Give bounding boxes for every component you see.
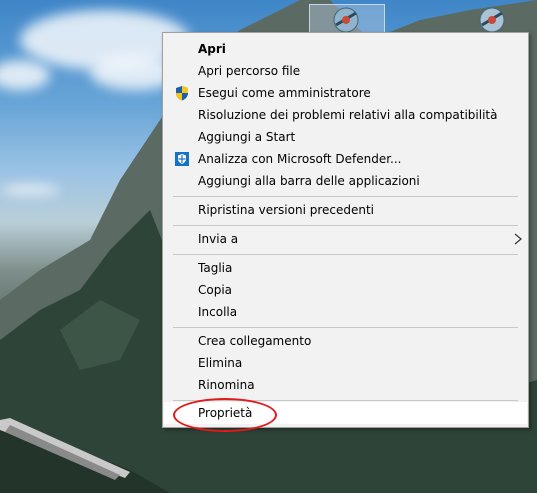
menu-item-label: Incolla [198, 305, 238, 319]
menu-item-crea-collegamento[interactable]: Crea collegamento [164, 330, 527, 352]
menu-item-aggiungi-a-start[interactable]: Aggiungi a Start [164, 126, 527, 148]
menu-item-rinomina[interactable]: Rinomina [164, 374, 527, 396]
menu-separator [173, 196, 518, 197]
menu-item-label: Apri percorso file [198, 64, 301, 78]
menu-separator [173, 225, 518, 226]
menu-item-taglia[interactable]: Taglia [164, 257, 527, 279]
menu-item-ripristina-versioni[interactable]: Ripristina versioni precedenti [164, 199, 527, 221]
menu-item-label: Apri [198, 42, 226, 56]
menu-item-aggiungi-barra-applicazioni[interactable]: Aggiungi alla barra delle applicazioni [164, 170, 527, 192]
menu-item-label: Ripristina versioni precedenti [198, 203, 375, 217]
menu-item-invia-a[interactable]: Invia a [164, 228, 527, 250]
menu-item-esegui-come-amministratore[interactable]: Esegui come amministratore [164, 82, 527, 104]
menu-item-label: Aggiungi a Start [198, 130, 296, 144]
defender-icon [175, 152, 189, 166]
menu-item-label: Aggiungi alla barra delle applicazioni [198, 174, 420, 188]
menu-item-copia[interactable]: Copia [164, 279, 527, 301]
menu-item-risoluzione-problemi-compatibilita[interactable]: Risoluzione dei problemi relativi alla c… [164, 104, 527, 126]
menu-item-label: Crea collegamento [198, 334, 312, 348]
menu-item-label: Esegui come amministratore [198, 86, 371, 100]
menu-item-label: Rinomina [198, 378, 255, 392]
menu-item-label: Copia [198, 283, 233, 297]
menu-item-label: Elimina [198, 356, 243, 370]
menu-item-label: Risoluzione dei problemi relativi alla c… [198, 108, 498, 122]
menu-item-label: Invia a [198, 232, 239, 246]
menu-item-label: Analizza con Microsoft Defender... [198, 152, 402, 166]
menu-item-analizza-defender[interactable]: Analizza con Microsoft Defender... [164, 148, 527, 170]
app-icon[interactable] [474, 5, 510, 35]
menu-item-label: Taglia [198, 261, 233, 275]
menu-item-incolla[interactable]: Incolla [164, 301, 527, 323]
menu-item-elimina[interactable]: Elimina [164, 352, 527, 374]
app-icon[interactable] [328, 5, 364, 35]
menu-separator [173, 327, 518, 328]
menu-item-apri-percorso-file[interactable]: Apri percorso file [164, 60, 527, 82]
chevron-right-icon [514, 233, 522, 245]
context-menu: Apri Apri percorso file Esegui come ammi… [162, 32, 529, 428]
uac-shield-icon [176, 86, 188, 101]
menu-separator [173, 254, 518, 255]
red-highlight-ellipse [173, 398, 277, 432]
menu-item-apri[interactable]: Apri [164, 38, 527, 60]
